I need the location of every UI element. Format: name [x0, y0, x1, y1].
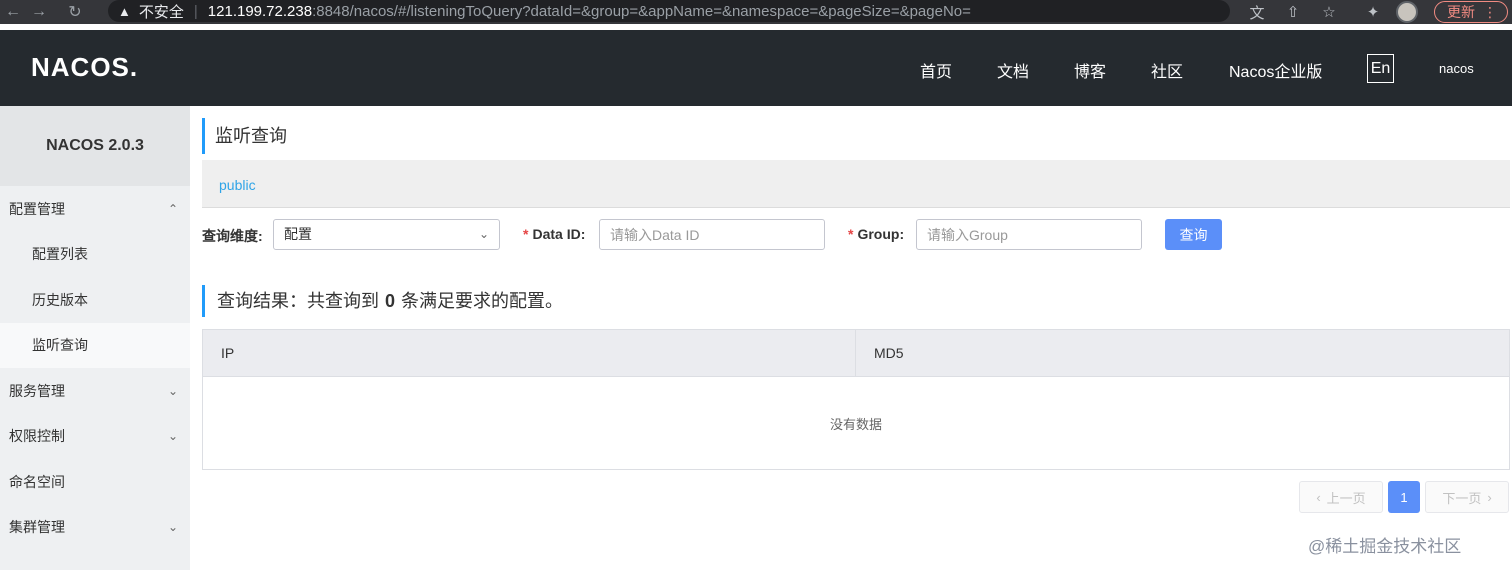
insecure-label[interactable]: 不安全: [139, 1, 184, 22]
required-mark: *: [848, 226, 854, 242]
group-label-text: Group:: [857, 226, 905, 242]
nav-docs[interactable]: 文档: [997, 58, 1029, 82]
chevron-down-icon: ⌄: [167, 520, 178, 535]
dimension-select[interactable]: 配置 ⌄: [273, 219, 500, 250]
sidebar-item-label: 集群管理: [9, 519, 65, 536]
sidebar-item-config-management[interactable]: 配置管理 ⌃: [0, 186, 190, 232]
browser-toolbar: ← → ↻ ▲ 不安全 | 121.199.72.238:8848/nacos/…: [0, 0, 1512, 24]
next-page-button[interactable]: 下一页 ›: [1425, 481, 1509, 513]
page-title: 监听查询: [202, 118, 287, 154]
reload-icon[interactable]: ↻: [62, 0, 88, 24]
warning-icon[interactable]: ▲: [118, 4, 131, 19]
top-navigation: 首页 文档 博客 社区 Nacos企业版: [0, 30, 1512, 106]
group-input[interactable]: [916, 219, 1142, 250]
profile-avatar[interactable]: [1396, 1, 1418, 23]
sidebar-item-label: 历史版本: [32, 291, 88, 308]
user-name[interactable]: nacos: [1439, 61, 1474, 76]
result-prefix: 查询结果：共查询到: [217, 291, 379, 311]
chevron-down-icon: ⌄: [167, 383, 178, 398]
dataid-input[interactable]: [599, 219, 825, 250]
sidebar-item-label: 配置管理: [9, 200, 65, 217]
prev-page-button[interactable]: ‹ 上一页: [1299, 481, 1383, 513]
sidebar-item-listening-query[interactable]: 监听查询: [0, 322, 190, 368]
result-count: 0: [385, 291, 396, 311]
namespace-link-public[interactable]: public: [219, 177, 256, 193]
nav-enterprise[interactable]: Nacos企业版: [1229, 58, 1322, 82]
nav-home[interactable]: 首页: [920, 58, 952, 82]
sidebar-item-service-management[interactable]: 服务管理 ⌄: [0, 368, 190, 414]
address-bar[interactable]: ▲ 不安全 | 121.199.72.238:8848/nacos/#/list…: [108, 0, 1230, 22]
chevron-down-icon: ⌄: [167, 429, 178, 444]
update-button[interactable]: 更新 ⋮: [1434, 1, 1508, 23]
chevron-left-icon: ‹: [1316, 489, 1321, 505]
result-summary: 查询结果：共查询到 0 条满足要求的配置。: [202, 285, 563, 317]
dimension-label: 查询维度:: [202, 228, 263, 244]
column-header-md5: MD5: [874, 345, 904, 361]
empty-state: 没有数据: [829, 416, 882, 432]
back-icon[interactable]: ←: [0, 0, 26, 24]
chevron-up-icon: ⌃: [167, 201, 178, 216]
dimension-value: 配置: [284, 226, 312, 242]
required-mark: *: [523, 226, 529, 242]
sidebar: NACOS 2.0.3 配置管理 ⌃ 配置列表 历史版本 监听查询 服务管理 ⌄…: [0, 106, 190, 570]
table-header: IP MD5: [203, 330, 1509, 377]
share-icon[interactable]: ⇧: [1280, 1, 1306, 23]
forward-icon[interactable]: →: [26, 0, 52, 24]
url-path: :8848/nacos/#/listeningToQuery?dataId=&g…: [312, 2, 971, 20]
sidebar-item-cluster-management[interactable]: 集群管理 ⌄: [0, 505, 190, 551]
url-separator: |: [193, 2, 198, 20]
next-page-label: 下一页: [1442, 490, 1482, 506]
prev-page-label: 上一页: [1326, 490, 1366, 506]
chevron-down-icon: ⌄: [478, 227, 489, 241]
chevron-right-icon: ›: [1487, 489, 1492, 505]
sidebar-item-namespace[interactable]: 命名空间: [0, 459, 190, 505]
namespace-bar: public: [202, 160, 1510, 208]
sidebar-item-label: 服务管理: [9, 382, 65, 399]
extensions-icon[interactable]: ✦: [1360, 1, 1386, 23]
sidebar-item-label: 监听查询: [32, 337, 88, 354]
translate-icon[interactable]: 文: [1244, 1, 1270, 23]
url-host: 121.199.72.238: [207, 2, 313, 20]
result-suffix: 条满足要求的配置。: [401, 291, 564, 311]
app-header: NACOS. 首页 文档 博客 社区 Nacos企业版 En nacos: [0, 30, 1512, 106]
sidebar-item-access-control[interactable]: 权限控制 ⌄: [0, 414, 190, 460]
query-button[interactable]: 查询: [1165, 219, 1222, 250]
more-icon: ⋮: [1483, 3, 1497, 20]
language-switch-button[interactable]: En: [1367, 54, 1394, 83]
version-label: NACOS 2.0.3: [0, 106, 190, 186]
update-label: 更新: [1447, 4, 1475, 20]
browser-actions: 文 ⇧ ☆ ✦: [1244, 0, 1418, 24]
sidebar-item-history[interactable]: 历史版本: [0, 277, 190, 323]
results-table: IP MD5 没有数据: [202, 329, 1510, 470]
nav-community[interactable]: 社区: [1151, 58, 1183, 82]
dataid-label-text: Data ID:: [532, 226, 586, 242]
sidebar-item-config-list[interactable]: 配置列表: [0, 232, 190, 278]
sidebar-item-label: 命名空间: [9, 473, 65, 490]
watermark: @稀土掘金技术社区: [1308, 537, 1462, 556]
column-header-ip: IP: [203, 330, 856, 376]
dataid-label: * Data ID:: [523, 226, 585, 242]
page-number-current[interactable]: 1: [1388, 481, 1420, 513]
group-label: * Group:: [848, 226, 904, 242]
bookmark-star-icon[interactable]: ☆: [1316, 1, 1342, 23]
nav-blog[interactable]: 博客: [1074, 58, 1106, 82]
sidebar-item-label: 权限控制: [9, 428, 65, 445]
sidebar-item-label: 配置列表: [32, 246, 88, 263]
